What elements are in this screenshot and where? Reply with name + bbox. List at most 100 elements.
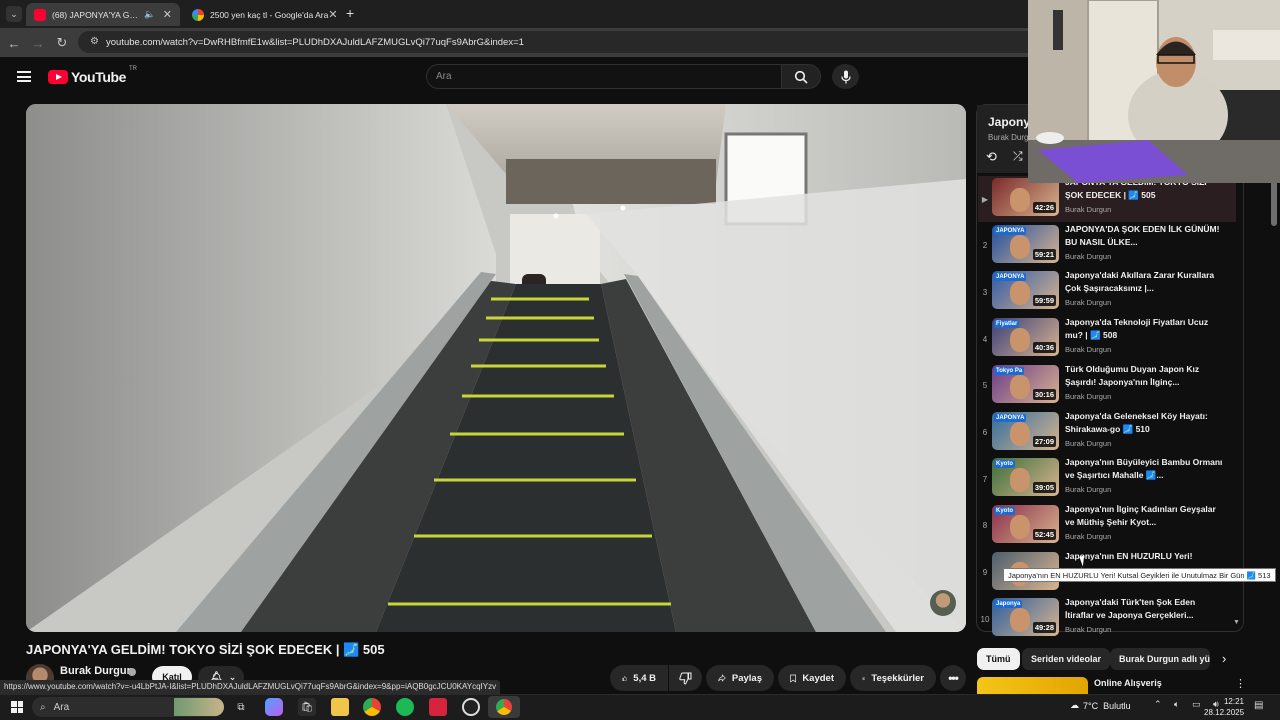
thumbnail-face [1010,468,1030,493]
tab-title: (68) JAPONYA'YA GELDİM! TOKYO SİZİ ŞOK E… [52,9,140,20]
scroll-down-icon[interactable]: ▼ [1233,619,1240,626]
url-bar[interactable]: ⚙ youtube.com/watch?v=DwRHBfmfE1w&list=P… [78,31,1038,53]
spotify-icon[interactable] [396,698,414,716]
thanks-label: Teşekkürler [871,672,924,684]
chrome-active-icon[interactable] [488,696,520,718]
playlist-item-duration: 42:26 [1032,202,1056,213]
thumbnail-face [1010,328,1030,353]
chrome-icon[interactable] [363,698,381,716]
weather-widget[interactable]: ☁ 7°C Bulutlu [1070,700,1131,711]
more-actions-button[interactable]: ••• [940,665,966,691]
tab-google[interactable]: 2500 yen kaç tl - Google'da Ara ✕ [184,3,340,26]
thumbnail-face [1010,188,1030,212]
playlist-item-index: 4 [982,334,988,344]
app-icon[interactable] [429,698,447,716]
task-view-icon[interactable]: ⧉ [232,698,250,716]
playlist-item-thumbnail[interactable]: Fiyatlar 40:36 [992,318,1059,357]
thumbs-down-icon [679,672,692,685]
search-input[interactable]: Ara [426,64,782,89]
webcam-overlay [1028,0,1280,183]
playlist-item-duration: 30:16 [1032,388,1056,400]
next-video-thumbnail[interactable] [977,677,1088,694]
file-explorer-icon[interactable] [331,698,349,716]
loop-icon[interactable]: ⟲ [986,149,997,165]
taskbar-search-placeholder: Ara [53,701,70,713]
playlist-item-thumbnail[interactable]: Japonya 49:28 [992,598,1059,637]
share-button[interactable]: Paylaş [706,665,774,691]
playlist-item-channel: Burak Durgun [1065,438,1112,448]
speaker-icon[interactable]: 🔈 [144,9,155,20]
thumbnail-tag: Kyoto [994,506,1015,515]
new-tab-button[interactable]: + [346,5,354,21]
next-video-title[interactable]: Online Alışveriş [1094,678,1162,688]
tab-youtube[interactable]: (68) JAPONYA'YA GELDİM! TOKYO SİZİ ŞOK E… [26,3,180,26]
dislike-button[interactable] [669,665,702,691]
thumbnail-tag: Kyoto [994,460,1015,469]
playlist-item[interactable]: 4 Fiyatlar 40:36 Japonya'da Teknoloji Fiyat… [978,316,1236,362]
close-icon[interactable]: ✕ [163,8,172,21]
playlist-item-channel: Burak Durgun [1065,251,1112,261]
playlist-item-index: 6 [982,428,988,437]
playlist-item[interactable]: 2 JAPONYA 59:21 JAPONYA'DA ŞOK EDEN İLK GÜN… [978,223,1236,269]
site-info-icon[interactable]: ⚙ [90,37,100,47]
channel-name[interactable]: Burak Durgun [60,665,133,677]
reload-icon[interactable]: ↻ [54,35,70,51]
playlist-item-channel: Burak Durgun [1065,345,1112,355]
more-vert-icon[interactable]: ⋮ [1235,677,1246,690]
notifications-icon[interactable]: ▤ [1254,700,1263,711]
close-icon[interactable]: ✕ [328,8,337,21]
windows-start-icon[interactable] [11,701,23,713]
thumbnail-face [1010,421,1030,446]
clock[interactable]: 12:21 28.12.2025 [1204,696,1244,718]
playlist-item[interactable]: 3 JAPONYA 59:59 Japonya'daki Akıllara Zarar… [978,269,1236,315]
thanks-icon: $ [862,676,866,680]
copilot-icon[interactable] [265,698,283,716]
obs-icon[interactable] [462,698,480,716]
save-button[interactable]: Kaydet [778,665,846,691]
playlist-item-channel: Burak Durgun [1065,531,1112,541]
playlist-item-title: Japonya'nın EN HUZURLU Yeri! [1065,550,1193,561]
chip-channel[interactable]: Burak Durgun adlı yük [1110,648,1210,670]
playlist-item-channel: Burak Durgun [1065,485,1112,495]
playlist-item-thumbnail[interactable]: Tokyo Pa 30:16 [992,364,1059,403]
verified-icon [128,668,136,676]
playlist-item-channel: Burak Durgun [1065,298,1112,308]
playlist-item-thumbnail[interactable]: JAPONYA 27:09 [992,411,1059,450]
search-button[interactable] [781,64,821,89]
shuffle-icon[interactable]: ⤮ [1013,149,1023,164]
forward-icon[interactable]: → [30,35,46,51]
taskbar-search[interactable]: ⌕ Ara [32,697,224,717]
thanks-button[interactable]: $ Teşekkürler [850,665,936,691]
link-status-bar: https://www.youtube.com/watch?v=-u4LbPtJ… [0,680,501,694]
chip-all[interactable]: Tümü [977,648,1020,670]
playlist-item[interactable]: 7 Kyoto 39:05 Japonya'nın Büyüleyici Bambu … [978,456,1236,502]
playlist-item-thumbnail[interactable]: Kyoto 52:45 [992,504,1059,543]
save-label: Kaydet [802,672,834,684]
youtube-logo[interactable]: YouTube TR [48,66,137,86]
playlist-item[interactable]: 8 Kyoto 52:45 Japonya'nın İlginç Kadınları … [978,503,1236,549]
playlist-item[interactable]: 6 JAPONYA 27:09 Japonya'da Geleneksel Köy H… [978,410,1236,456]
thumbnail-tag: Fiyatlar [994,320,1020,329]
microphone-icon [840,70,851,83]
more-icon: ••• [948,671,959,685]
playlist-item-thumbnail[interactable]: JAPONYA 59:21 [992,224,1059,263]
playlist-item-index: 10 [980,614,990,624]
chip-series[interactable]: Seriden videolar [1022,648,1111,670]
playlist-item-thumbnail[interactable]: 42:26 [992,178,1059,216]
channel-watermark[interactable] [930,590,956,616]
store-icon[interactable]: 🛍︎ [298,698,316,716]
clock-date: 28.12.2025 [1204,708,1245,717]
playlist-item-duration: 52:45 [1032,528,1056,540]
chevron-down-icon: ⌄ [10,8,18,19]
like-button[interactable]: 5,4 B [610,665,668,691]
playlist-item-thumbnail[interactable]: JAPONYA 59:59 [992,271,1059,310]
menu-icon[interactable] [17,71,31,82]
chevron-right-icon[interactable]: › [1222,651,1226,666]
video-player[interactable] [26,104,966,632]
back-icon[interactable]: ← [6,35,22,51]
voice-search-button[interactable] [832,64,859,89]
tab-search-button[interactable]: ⌄ [6,6,22,22]
playlist-item[interactable]: 5 Tokyo Pa 30:16 Türk Olduğumu Duyan Japon … [978,363,1236,409]
playlist-item[interactable]: 10 Japonya 49:28 Japonya'daki Türk'ten Şok … [978,596,1236,642]
playlist-item-thumbnail[interactable]: Kyoto 39:05 [992,458,1059,497]
